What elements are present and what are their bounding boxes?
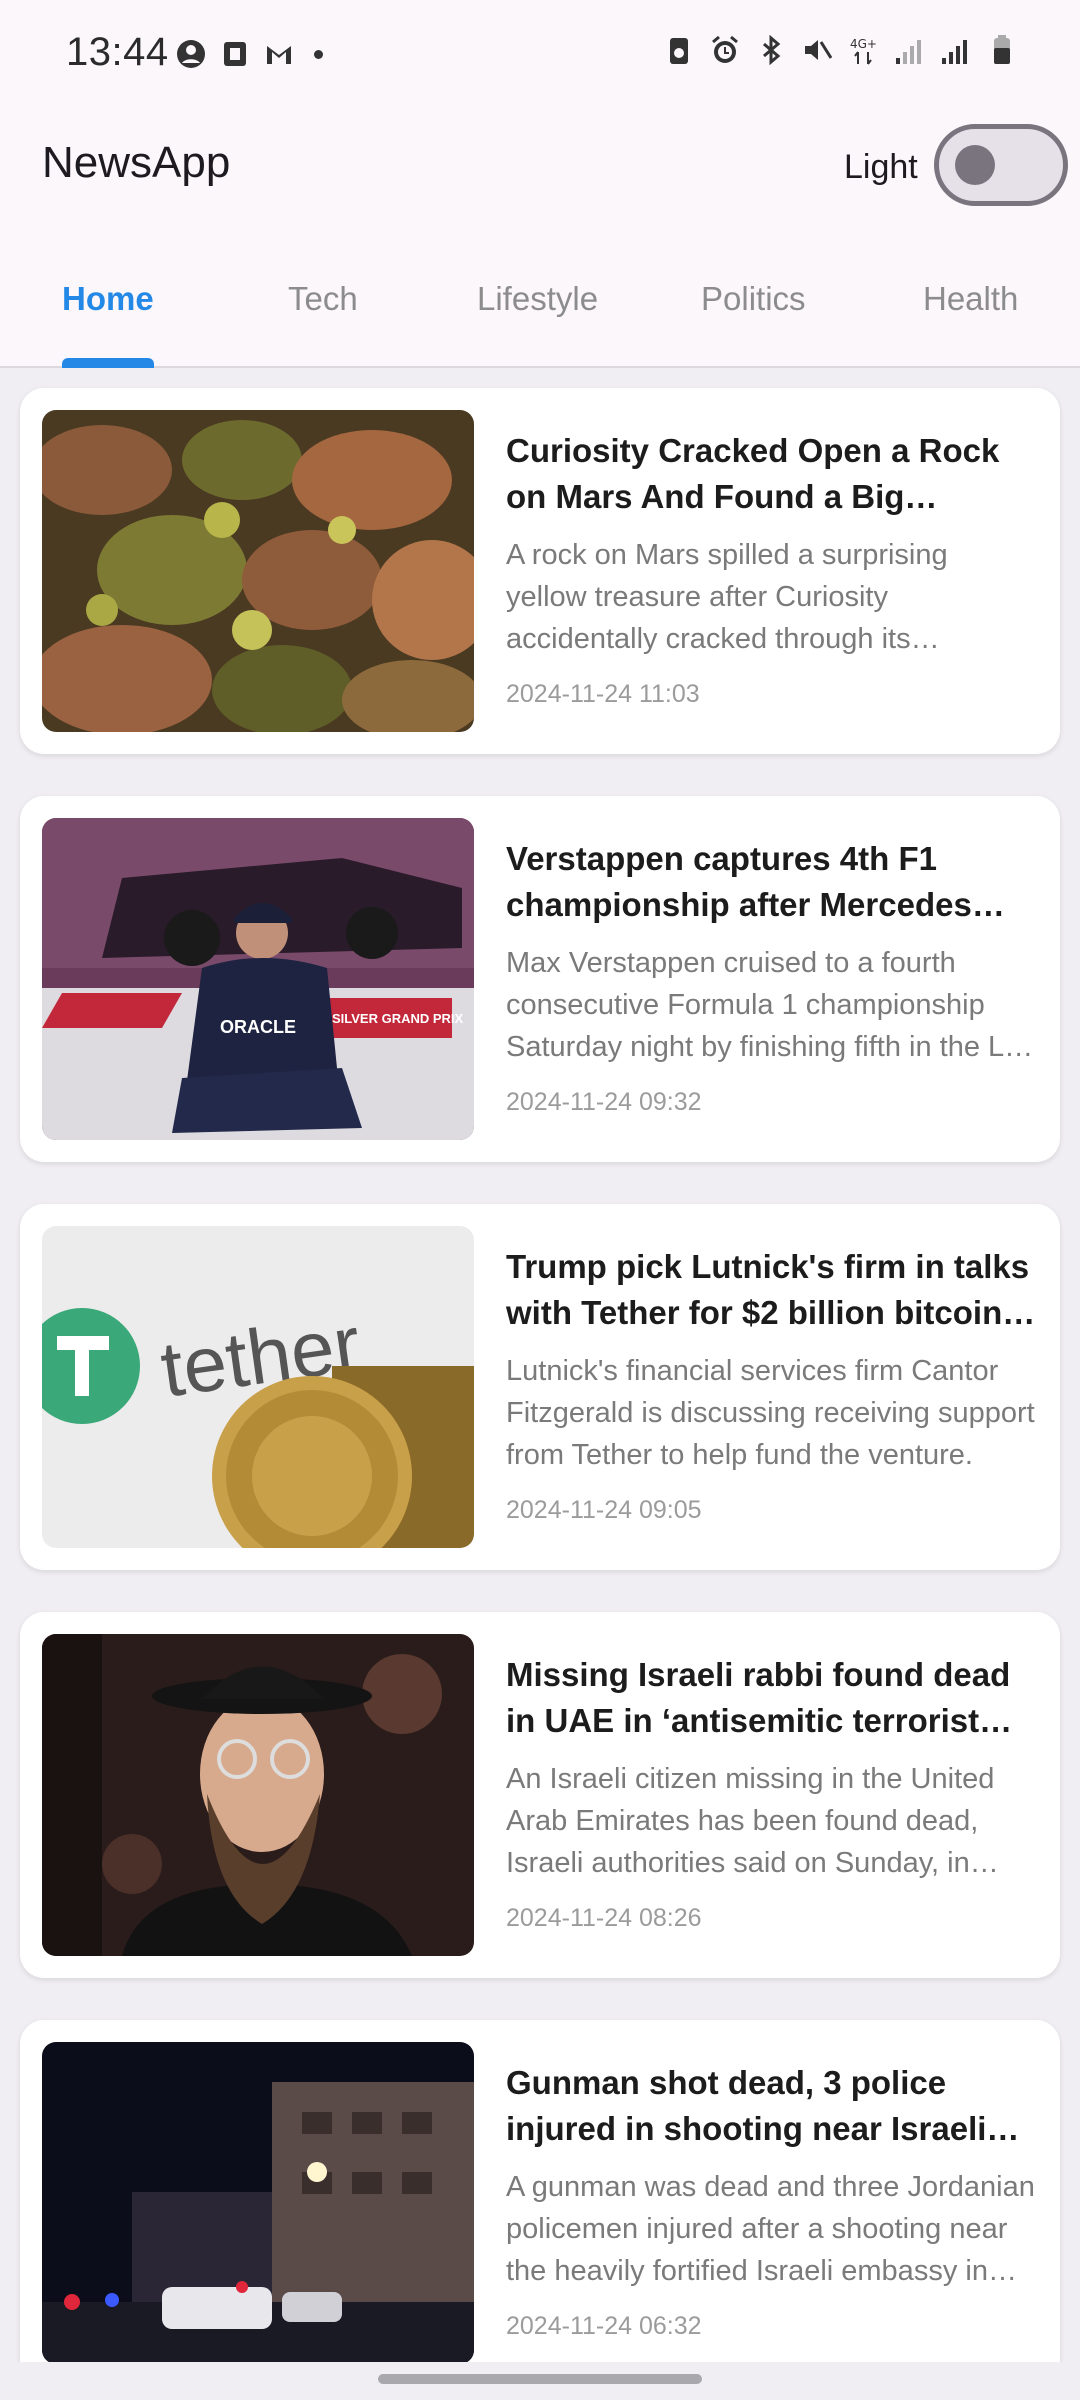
tab-lifestyle[interactable]: Lifestyle (477, 280, 598, 318)
signal-2-icon (940, 34, 970, 66)
tab-politics[interactable]: Politics (701, 280, 806, 318)
article-title: Verstappen captures 4th F1 championship … (506, 840, 972, 923)
article-description: A gunman was dead and three Jordanian po… (506, 2171, 1035, 2287)
status-time: 13:44 (66, 30, 169, 74)
tab-indicator (62, 358, 154, 368)
tab-tech[interactable]: Tech (288, 280, 358, 318)
status-bar: 13:44 4G+ (0, 0, 1080, 108)
battery-icon (986, 34, 1016, 66)
night-police-scene-image (42, 2042, 474, 2364)
article-title: Trump pick Lutnick's firm in talks with … (506, 1248, 1030, 1331)
status-left-icons (176, 38, 323, 70)
signal-1-icon (894, 34, 924, 66)
account-circle-icon (176, 38, 206, 70)
news-card[interactable]: ORACLE SILVER GRAND PRIX Verstappen capt… (20, 796, 1060, 1162)
article-timestamp: 2024-11-24 09:32 (506, 1088, 702, 1116)
article-title: Gunman shot dead, 3 police injured in sh… (506, 2064, 987, 2147)
article-timestamp: 2024-11-24 06:32 (506, 2312, 702, 2340)
tab-health[interactable]: Health (923, 280, 1018, 318)
article-timestamp: 2024-11-24 08:26 (506, 1904, 702, 1932)
tether-image: tether (42, 1226, 474, 1548)
news-card[interactable]: Curiosity Cracked Open a Rock on Mars An… (20, 388, 1060, 754)
article-title: Curiosity Cracked Open a Rock on Mars An… (506, 432, 1000, 515)
image-sponsor-text: ORACLE (220, 1017, 296, 1037)
article-title: Missing Israeli rabbi found dead in UAE … (506, 1656, 1011, 1739)
alarm-icon (710, 34, 740, 66)
mars-rock-image (42, 410, 474, 732)
news-card[interactable]: Missing Israeli rabbi found dead in UAE … (20, 1612, 1060, 1978)
tab-home[interactable]: Home (62, 280, 154, 318)
4g-icon: 4G+ (848, 34, 878, 66)
article-timestamp: 2024-11-24 09:05 (506, 1496, 702, 1524)
network-label: 4G+ (850, 37, 877, 51)
gmail-icon (264, 38, 294, 70)
news-card[interactable]: tether Trump pick Lutnick's firm in talk… (20, 1204, 1060, 1570)
theme-toggle-knob (955, 145, 995, 185)
rabbi-portrait-image (42, 1634, 474, 1956)
article-description: Max Verstappen cruised to a fourth conse… (506, 947, 1035, 1063)
sim-card-icon (220, 38, 250, 70)
news-feed[interactable]: Curiosity Cracked Open a Rock on Mars An… (20, 388, 1060, 2400)
app-title: NewsApp (42, 138, 231, 187)
image-backdrop-text: SILVER GRAND PRIX (332, 1011, 464, 1026)
home-gesture-handle[interactable] (378, 2374, 702, 2384)
bluetooth-icon (756, 34, 786, 66)
notification-dot-icon (314, 49, 323, 59)
article-description: Lutnick's financial services firm Cantor… (506, 1355, 1035, 1471)
article-timestamp: 2024-11-24 11:03 (506, 680, 700, 708)
verstappen-image: ORACLE SILVER GRAND PRIX (42, 818, 474, 1140)
gesture-navigation-bar (0, 2362, 1080, 2400)
mute-icon (802, 34, 832, 66)
article-description: An Israeli citizen missing in the United… (506, 1763, 995, 1879)
screen: 13:44 4G+ NewsApp Light Home Tech Lifest… (0, 0, 1080, 2400)
article-description: A rock on Mars spilled a surprising yell… (506, 539, 948, 655)
app-bar: NewsApp Light (0, 108, 1080, 228)
news-card[interactable]: Gunman shot dead, 3 police injured in sh… (20, 2020, 1060, 2386)
theme-toggle[interactable] (934, 124, 1068, 206)
category-tabs: Home Tech Lifestyle Politics Health (0, 228, 1080, 368)
status-right-icons: 4G+ (664, 34, 1016, 66)
battery-saver-icon (664, 34, 694, 66)
theme-label: Light (844, 148, 918, 186)
